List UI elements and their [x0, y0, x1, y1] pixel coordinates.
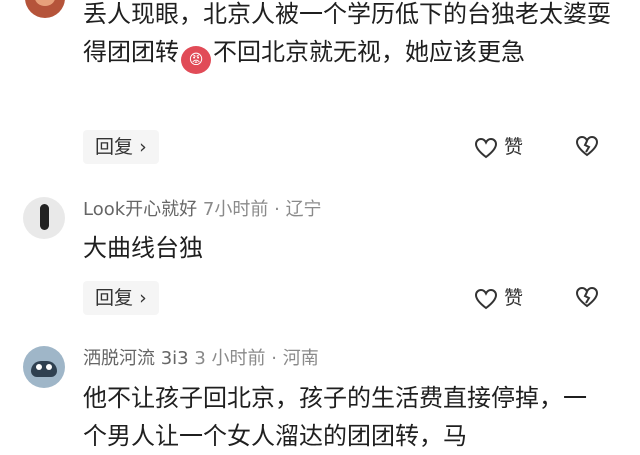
reply-button[interactable]: 回复 ›	[83, 130, 159, 164]
separator-dot: ·	[274, 199, 280, 220]
reply-button[interactable]: 回复 ›	[83, 281, 159, 315]
broken-heart-icon	[575, 286, 599, 308]
avatar[interactable]	[23, 346, 65, 388]
reply-label: 回复	[95, 136, 134, 158]
heart-outline-icon	[474, 288, 498, 310]
comment-time: 7小时前	[202, 199, 269, 220]
like-button[interactable]: 赞	[474, 132, 523, 162]
username[interactable]: 洒脱河流 3i3	[83, 348, 189, 369]
dislike-button[interactable]	[574, 285, 600, 313]
dislike-button[interactable]	[574, 134, 600, 162]
comment-location: 辽宁	[285, 199, 322, 220]
chevron-right-icon: ›	[139, 287, 147, 309]
heart-outline-icon	[474, 137, 498, 159]
separator-dot: ·	[271, 348, 278, 369]
comment-text: 大曲线台独	[83, 234, 203, 262]
comment-meta: Look开心就好 7小时前 · 辽宁	[83, 199, 322, 221]
username[interactable]: Look开心就好	[83, 199, 197, 220]
comment-text: 他不让孩子回北京，孩子的生活费直接停掉，一个男人让一个女人溜达的团团转，马	[83, 384, 587, 450]
avatar[interactable]	[23, 197, 65, 239]
avatar[interactable]	[25, 0, 65, 18]
angry-face-emoji-icon: 😡	[181, 46, 211, 74]
reply-label: 回复	[95, 287, 134, 309]
comment-time: 3 小时前	[194, 348, 266, 369]
comment-text: 丢人现眼，北京人被一个学历低下的台独老太婆耍得团团转 😡 不回北京就无视，她应该更急	[83, 0, 623, 74]
like-label: 赞	[504, 287, 524, 309]
broken-heart-icon	[575, 135, 599, 157]
chevron-right-icon: ›	[139, 136, 147, 158]
comment-text-after-emoji: 不回北京就无视，她应该更急	[213, 38, 525, 66]
comment-meta: 洒脱河流 3i3 3 小时前 · 河南	[83, 348, 319, 370]
like-button[interactable]: 赞	[474, 283, 523, 313]
comment-location: 河南	[282, 348, 319, 369]
like-label: 赞	[504, 136, 524, 158]
